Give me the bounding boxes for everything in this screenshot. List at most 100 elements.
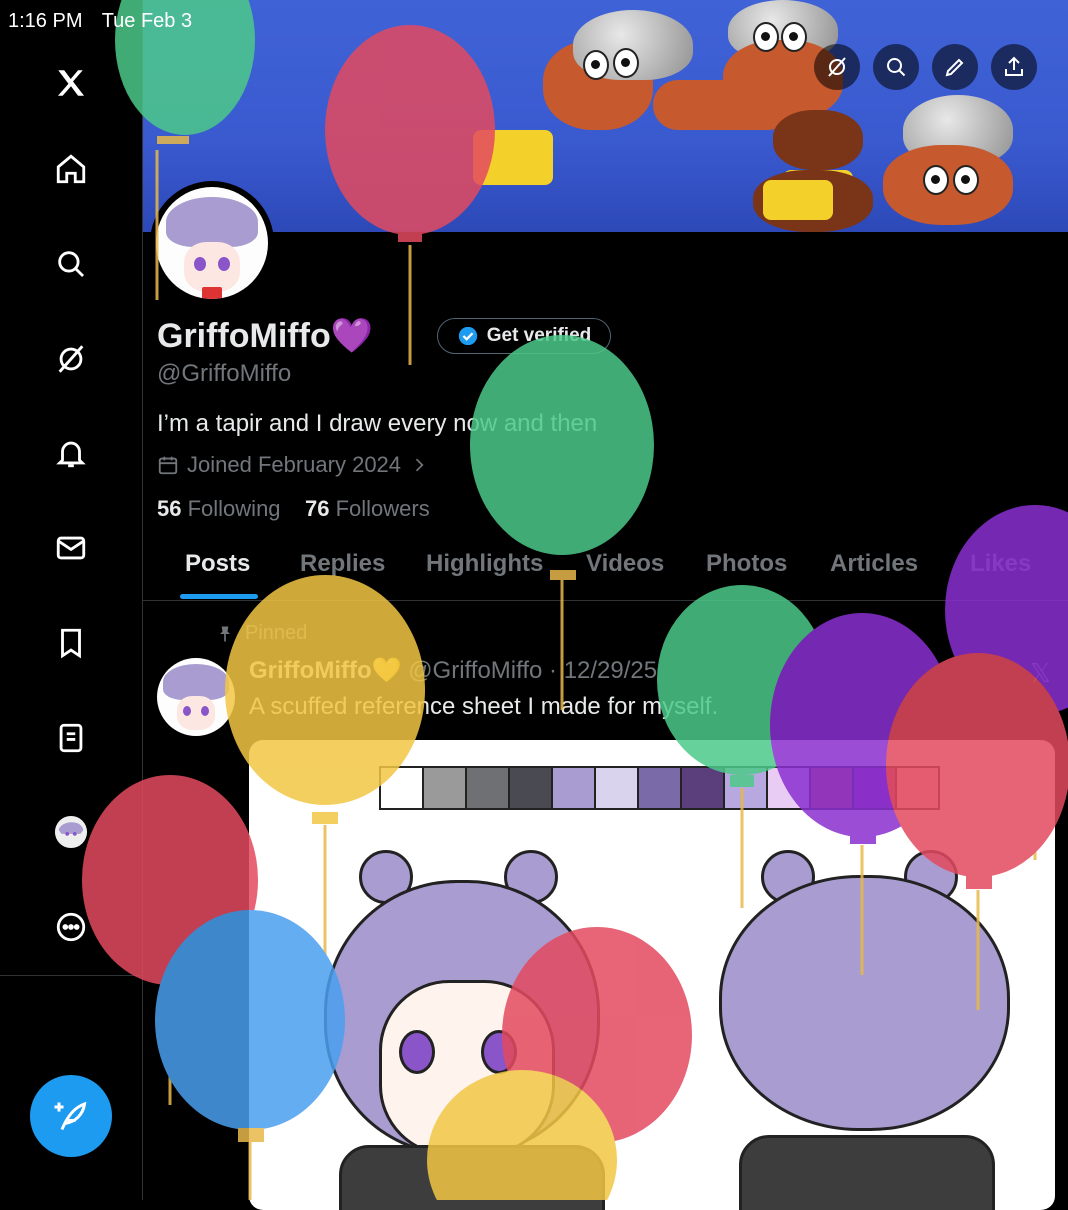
color-swatch — [596, 768, 639, 808]
ref-back-hoodie — [739, 1135, 995, 1210]
color-swatch — [854, 768, 897, 808]
pinned-label: Pinned — [245, 622, 308, 644]
tab-photos[interactable]: Photos — [706, 550, 787, 578]
bookmark-icon[interactable] — [50, 622, 92, 664]
banner-grok-button[interactable] — [814, 44, 860, 90]
mail-icon[interactable] — [50, 527, 92, 569]
banner-eye — [583, 50, 609, 80]
lists-icon[interactable] — [50, 717, 92, 759]
active-tab-indicator — [180, 594, 258, 599]
compose-button[interactable] — [30, 1075, 112, 1157]
profile-bio: I’m a tapir and I draw every now and the… — [157, 410, 598, 437]
color-swatch — [381, 768, 424, 808]
grok-icon[interactable] — [50, 338, 92, 380]
ref-front-eye — [481, 1030, 517, 1074]
profile-avatar-icon[interactable] — [50, 811, 92, 853]
post-author-emoji: 💛 — [371, 657, 402, 684]
profile-avatar[interactable] — [150, 181, 274, 305]
tab-videos[interactable]: Videos — [586, 550, 664, 578]
banner-eye — [923, 165, 949, 195]
avatar-eye — [218, 257, 230, 271]
followers-link[interactable]: 76 Followers — [305, 496, 430, 521]
banner-search-button[interactable] — [873, 44, 919, 90]
post-media-image[interactable] — [249, 740, 1055, 1210]
avatar-hair — [163, 664, 229, 700]
edit-icon — [945, 58, 964, 77]
color-swatch-strip — [379, 766, 940, 810]
profile-handle: @GriffoMiffo — [157, 360, 292, 387]
ref-front-hoodie — [339, 1145, 605, 1210]
grok-icon — [828, 57, 846, 77]
tab-replies[interactable]: Replies — [300, 550, 385, 578]
post-handle-date[interactable]: @GriffoMiffo · 12/29/25 — [408, 657, 657, 684]
post-author-avatar[interactable] — [157, 658, 235, 736]
pinned-indicator: Pinned — [215, 622, 307, 645]
banner-eye — [613, 48, 639, 78]
feather-plus-icon — [54, 1101, 87, 1131]
status-time: 1:16 PM — [8, 10, 83, 32]
get-verified-button[interactable]: Get verified — [437, 318, 611, 354]
banner-monkey-body — [773, 110, 863, 170]
profile-banner[interactable] — [143, 0, 1068, 232]
grok-post-icon[interactable]: 𝕏 — [1030, 658, 1051, 689]
tab-posts[interactable]: Posts — [185, 550, 250, 578]
pin-icon — [220, 626, 230, 641]
avatar-collar — [202, 287, 222, 299]
status-bar: 1:16 PM Tue Feb 3 — [8, 10, 206, 33]
color-swatch — [467, 768, 510, 808]
search-icon[interactable] — [50, 243, 92, 285]
banner-eye — [753, 22, 779, 52]
display-name-text: GriffoMiffo — [157, 317, 331, 355]
following-link[interactable]: 56 Following — [157, 496, 281, 521]
color-swatch — [811, 768, 854, 808]
tab-articles[interactable]: Articles — [830, 550, 918, 578]
search-icon — [887, 58, 906, 77]
color-swatch — [768, 768, 811, 808]
ref-back-head — [719, 875, 1010, 1131]
following-count: 56 — [157, 496, 182, 521]
post-author-name[interactable]: GriffoMiffo — [249, 657, 372, 684]
name-emoji: 💜 — [330, 317, 374, 355]
profile-tabs: Posts Replies Highlights Videos Photos A… — [143, 540, 1068, 601]
color-swatch — [682, 768, 725, 808]
avatar-image — [156, 187, 268, 299]
joined-date[interactable]: Joined February 2024 — [157, 452, 429, 478]
sidebar — [0, 0, 142, 1200]
banner-edit-button[interactable] — [932, 44, 978, 90]
bell-icon[interactable] — [50, 432, 92, 474]
verified-badge-icon — [458, 326, 477, 346]
x-logo-icon[interactable] — [50, 62, 92, 104]
avatar-eye — [183, 706, 191, 716]
color-swatch — [424, 768, 467, 808]
color-swatch — [897, 768, 938, 808]
avatar-eye — [194, 257, 206, 271]
home-icon[interactable] — [50, 148, 92, 190]
calendar-icon — [158, 456, 178, 475]
banner-eye — [781, 22, 807, 52]
color-swatch — [725, 768, 768, 808]
status-date: Tue Feb 3 — [101, 10, 193, 32]
followers-count: 76 — [305, 496, 330, 521]
avatar-hair — [166, 197, 258, 247]
joined-text: Joined February 2024 — [187, 452, 402, 477]
profile-stats: 56 Following 76 Followers — [157, 496, 430, 522]
tab-likes[interactable]: Likes — [970, 550, 1031, 578]
banner-share-button[interactable] — [991, 44, 1037, 90]
share-icon — [1005, 56, 1023, 76]
chevron-right-icon — [415, 458, 424, 472]
balloon-green — [470, 335, 654, 710]
banner-shorts — [473, 130, 553, 185]
get-verified-label: Get verified — [486, 325, 592, 346]
avatar-eye — [201, 706, 209, 716]
banner-eye — [953, 165, 979, 195]
sidebar-divider — [0, 975, 142, 976]
color-swatch — [639, 768, 682, 808]
profile-display-name: GriffoMiffo💜 — [157, 316, 373, 356]
more-icon[interactable] — [50, 906, 92, 948]
post-text: A scuffed reference sheet I made for mys… — [249, 693, 719, 720]
ref-front-eye — [399, 1030, 435, 1074]
post-header: GriffoMiffo💛 @GriffoMiffo · 12/29/25 — [249, 656, 657, 685]
tab-highlights[interactable]: Highlights — [426, 550, 543, 578]
avatar-face — [184, 242, 240, 292]
following-label: Following — [187, 496, 281, 521]
